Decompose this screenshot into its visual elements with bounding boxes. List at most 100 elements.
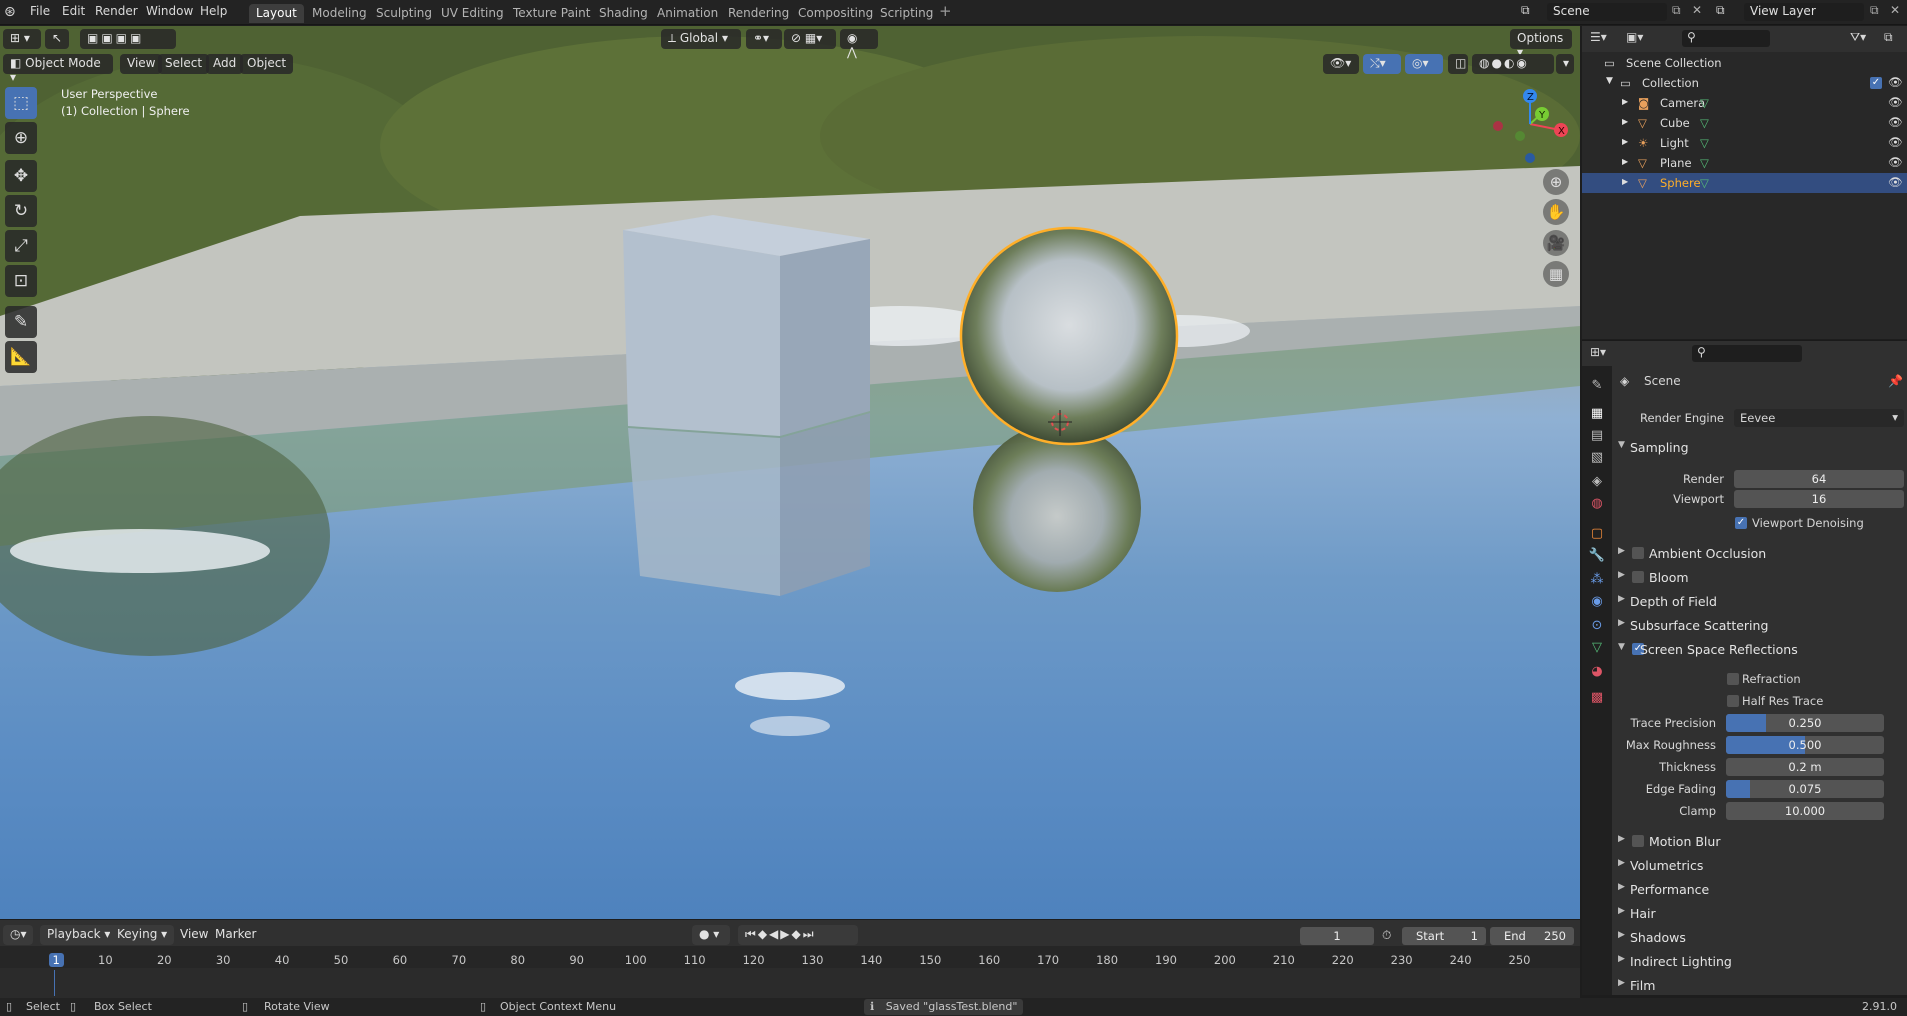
outliner-row-scene-collection[interactable]: ▭ Scene Collection	[1582, 53, 1907, 73]
tweak-tool-icon[interactable]: ↖	[45, 29, 69, 49]
current-frame-field[interactable]: 1	[1300, 927, 1374, 945]
render-samples-field[interactable]: 64	[1734, 470, 1904, 488]
annotate-tool-icon[interactable]: ✎	[5, 306, 37, 338]
start-frame-field[interactable]: Start 1	[1402, 927, 1486, 945]
tab-shading[interactable]: Shading	[592, 4, 655, 23]
properties-search-input[interactable]: ⚲	[1692, 345, 1802, 362]
viewport-menu-select[interactable]: Select	[158, 54, 210, 74]
xray-toggle-icon[interactable]: ◫	[1448, 54, 1468, 74]
tab-rendering[interactable]: Rendering	[721, 4, 796, 23]
prev-keyframe-icon[interactable]: ◆	[758, 927, 769, 941]
visibility-eye-icon[interactable]: 👁	[1888, 175, 1903, 189]
panel-shadows[interactable]: ▶ Shadows	[1612, 927, 1907, 949]
menu-edit[interactable]: Edit	[62, 4, 85, 18]
outliner-row-sphere[interactable]: ▶ ▽ Sphere ▽ 👁	[1582, 173, 1907, 193]
menu-help[interactable]: Help	[200, 4, 227, 18]
panel-sampling[interactable]: ▼ Sampling	[1612, 437, 1907, 459]
scene-icon[interactable]: ⧉	[1521, 3, 1530, 18]
view-layer-field[interactable]: View Layer	[1744, 3, 1864, 21]
outliner-row-collection[interactable]: ▼ ▭ Collection ✓ 👁	[1582, 73, 1907, 93]
playhead-line[interactable]	[54, 970, 55, 996]
tab-compositing[interactable]: Compositing	[791, 4, 880, 23]
shading-options-icon[interactable]: ▾	[1556, 54, 1574, 74]
refraction-checkbox[interactable]	[1727, 673, 1739, 685]
preview-range-icon[interactable]: ⏱	[1382, 928, 1391, 943]
transform-tool-icon[interactable]: ⊡	[5, 265, 37, 297]
thickness-field[interactable]: 0.2 m	[1726, 758, 1884, 776]
new-scene-icon[interactable]: ⧉	[1672, 3, 1681, 18]
viewport-samples-field[interactable]: 16	[1734, 490, 1904, 508]
properties-editor-type-icon[interactable]: ⊞▾	[1590, 345, 1606, 359]
panel-bloom[interactable]: ▶ Bloom	[1612, 567, 1907, 589]
panel-volumetrics[interactable]: ▶ Volumetrics	[1612, 855, 1907, 877]
transform-orientation-dropdown[interactable]: ⟂ Global ▾	[661, 29, 741, 49]
pivot-point-icon[interactable]: ⚭▾	[746, 29, 782, 49]
navigation-gizmo[interactable]: X Y Z	[1490, 84, 1570, 164]
panel-performance[interactable]: ▶ Performance	[1612, 879, 1907, 901]
filter-view-icon[interactable]: ▣▾	[1626, 30, 1643, 44]
view-layer-tab-icon[interactable]: ▧	[1587, 448, 1607, 468]
neg-y-axis-icon[interactable]	[1515, 131, 1525, 141]
particles-tab-icon[interactable]: ⁂	[1587, 570, 1607, 590]
options-button[interactable]: Options ▾	[1510, 29, 1572, 59]
material-tab-icon[interactable]: ◕	[1587, 662, 1607, 682]
visibility-eye-icon[interactable]: 👁	[1888, 135, 1903, 149]
record-icon[interactable]: ● ▾	[692, 925, 730, 945]
render-tab-icon[interactable]: ▦	[1587, 404, 1607, 424]
outliner-row-light[interactable]: ▶ ☀ Light ▽ 👁	[1582, 133, 1907, 153]
viewport-menu-object[interactable]: Object	[240, 54, 294, 74]
object-data-icon[interactable]: ▽	[1700, 156, 1709, 170]
timeline-menu-marker[interactable]: Marker	[208, 925, 263, 945]
play-reverse-icon[interactable]: ◀	[769, 927, 780, 941]
panel-screen-space-reflections[interactable]: ▼ ✓ Screen Space Reflections	[1612, 639, 1907, 661]
pan-hand-icon[interactable]: ✋	[1543, 199, 1569, 225]
delete-scene-icon[interactable]: ✕	[1692, 3, 1702, 17]
outliner-row-plane[interactable]: ▶ ▽ Plane ▽ 👁	[1582, 153, 1907, 173]
tab-uv-editing[interactable]: UV Editing	[434, 4, 511, 23]
end-frame-field[interactable]: End 250	[1490, 927, 1574, 945]
visibility-eye-icon[interactable]: 👁	[1888, 115, 1903, 129]
blender-logo-icon[interactable]: ⊛	[4, 4, 16, 20]
display-mode-icon[interactable]: ☰▾	[1590, 30, 1607, 44]
jump-start-icon[interactable]: ⏮	[745, 927, 758, 941]
object-data-icon[interactable]: ▽	[1700, 96, 1709, 110]
measure-tool-icon[interactable]: 📐	[5, 341, 37, 373]
new-collection-icon[interactable]: ⧉	[1884, 30, 1893, 45]
menu-file[interactable]: File	[30, 4, 50, 18]
tab-layout[interactable]: Layout	[249, 4, 304, 23]
modifier-tab-icon[interactable]: 🔧	[1587, 546, 1607, 566]
max-roughness-slider[interactable]: 0.500	[1726, 736, 1884, 754]
object-data-icon[interactable]: ▽	[1700, 136, 1709, 150]
panel-indirect-lighting[interactable]: ▶ Indirect Lighting	[1612, 951, 1907, 973]
panel-depth-of-field[interactable]: ▶ Depth of Field	[1612, 591, 1907, 613]
expand-arrow-icon[interactable]: ▶	[1622, 117, 1628, 126]
cursor-tool-icon[interactable]: ⊕	[5, 122, 37, 154]
overlays-toggle-icon[interactable]: ◎▾	[1405, 54, 1443, 74]
panel-enable-checkbox[interactable]	[1632, 571, 1644, 583]
new-view-layer-icon[interactable]: ⧉	[1870, 3, 1879, 18]
status-info-message[interactable]: ℹ Saved "glassTest.blend"	[864, 999, 1024, 1015]
jump-end-icon[interactable]: ⏭	[803, 927, 816, 941]
panel-hair[interactable]: ▶ Hair	[1612, 903, 1907, 925]
exclude-checkbox[interactable]: ✓	[1870, 77, 1882, 89]
scene-tab-icon[interactable]: ◈	[1587, 472, 1607, 492]
render-engine-dropdown[interactable]: Eevee ▾	[1734, 409, 1904, 427]
panel-ambient-occlusion[interactable]: ▶ Ambient Occlusion	[1612, 543, 1907, 565]
outliner-search-input[interactable]: ⚲	[1682, 30, 1770, 47]
scene-field[interactable]: Scene	[1547, 3, 1667, 21]
timeline-menu-playback[interactable]: Playback ▾	[40, 925, 118, 945]
panel-enable-checkbox[interactable]	[1632, 835, 1644, 847]
tab-sculpting[interactable]: Sculpting	[369, 4, 439, 23]
object-tab-icon[interactable]: ▢	[1587, 524, 1607, 544]
move-tool-icon[interactable]: ✥	[5, 160, 37, 192]
object-mode-dropdown[interactable]: ◧ Object Mode ▾	[3, 54, 113, 84]
editor-type-button[interactable]: ⊞ ▾	[3, 29, 41, 49]
gizmo-toggle-icon[interactable]: ⤭▾	[1363, 54, 1401, 74]
tab-texture-paint[interactable]: Texture Paint	[506, 4, 597, 23]
pin-icon[interactable]: 📌	[1888, 374, 1903, 388]
camera-view-icon[interactable]: 🎥	[1543, 230, 1569, 256]
select-box-tool-icon[interactable]: ⬚	[5, 87, 37, 119]
trace-precision-slider[interactable]: 0.250	[1726, 714, 1884, 732]
3d-viewport[interactable]	[0, 26, 1580, 919]
viewport-menu-view[interactable]: View	[120, 54, 163, 74]
